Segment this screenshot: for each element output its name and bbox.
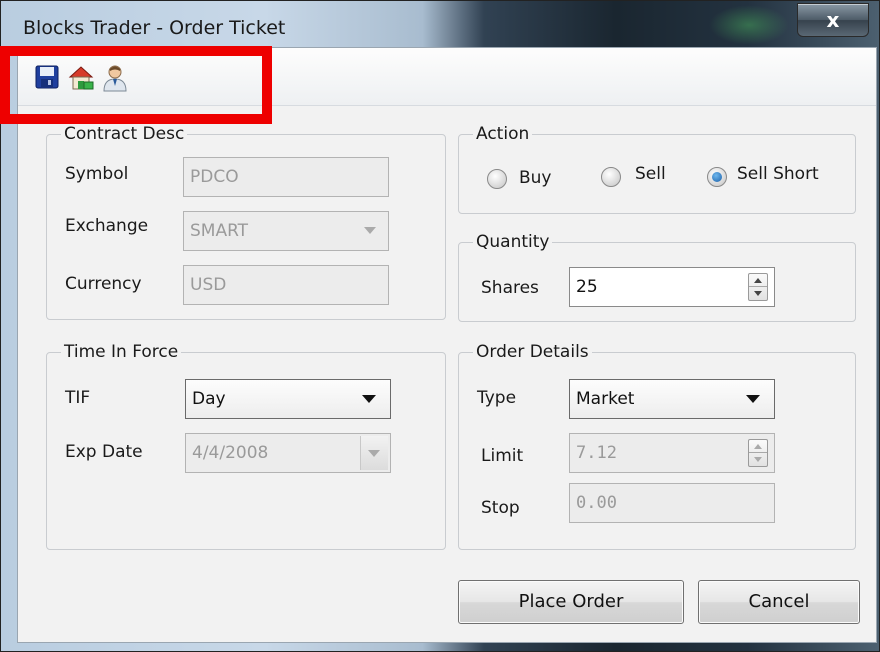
sell-label[interactable]: Sell [635, 163, 666, 185]
limit-value: 7.12 [576, 443, 617, 463]
currency-field[interactable]: USD [183, 265, 389, 305]
buy-radio[interactable] [487, 169, 507, 189]
currency-label: Currency [65, 274, 142, 294]
symbol-label: Symbol [65, 164, 129, 184]
time-in-force-title: Time In Force [61, 341, 182, 363]
tif-value: Day [192, 389, 226, 409]
chevron-down-icon [746, 395, 760, 403]
quantity-group: Quantity Shares 25 [458, 231, 856, 322]
decrement-icon[interactable] [749, 287, 767, 300]
close-button[interactable]: x [797, 3, 869, 37]
chevron-down-icon [364, 227, 376, 234]
limit-stepper[interactable]: 7.12 [569, 433, 775, 473]
type-dropdown[interactable]: Market [569, 379, 775, 419]
symbol-field[interactable]: PDCO [183, 157, 389, 197]
increment-icon[interactable] [749, 440, 767, 453]
cancel-button[interactable]: Cancel [698, 580, 860, 624]
exchange-combo[interactable]: SMART [183, 211, 389, 251]
sell-short-radio[interactable] [707, 167, 727, 187]
toolbar-highlight-box [0, 46, 272, 124]
calendar-button[interactable] [360, 436, 388, 470]
action-group: Action Buy Sell Sell Short [458, 123, 856, 214]
increment-icon[interactable] [749, 274, 767, 287]
window-client-area: Contract Desc Symbol PDCO Exchange SMART… [17, 47, 877, 643]
shares-value: 25 [576, 277, 598, 297]
exchange-value: SMART [190, 221, 249, 241]
tif-dropdown[interactable]: Day [185, 379, 391, 419]
shares-stepper[interactable]: 25 [569, 267, 775, 307]
exchange-label: Exchange [65, 216, 149, 236]
action-title: Action [473, 123, 533, 145]
time-in-force-group: Time In Force TIF Day Exp Date 4/4/2008 [46, 341, 446, 550]
exp-date-picker[interactable]: 4/4/2008 [185, 433, 391, 473]
chevron-down-icon [362, 395, 376, 403]
stop-field[interactable]: 0.00 [569, 483, 775, 523]
window-title: Blocks Trader - Order Ticket [23, 17, 286, 39]
sell-short-label[interactable]: Sell Short [737, 163, 819, 185]
stop-label: Stop [481, 498, 520, 518]
place-order-button[interactable]: Place Order [458, 580, 684, 624]
shares-spinner[interactable] [748, 273, 768, 301]
chevron-down-icon [368, 450, 380, 457]
contract-desc-group: Contract Desc Symbol PDCO Exchange SMART… [46, 123, 446, 320]
limit-spinner[interactable] [748, 439, 768, 467]
shares-label: Shares [481, 278, 539, 298]
sell-radio[interactable] [601, 167, 621, 187]
exp-date-value: 4/4/2008 [192, 443, 269, 463]
background-glow [709, 5, 789, 45]
order-details-group: Order Details Type Market Limit 7.12 Sto… [458, 341, 856, 550]
decrement-icon[interactable] [749, 453, 767, 466]
type-label: Type [477, 388, 517, 408]
order-details-title: Order Details [473, 341, 592, 363]
title-bar[interactable]: Blocks Trader - Order Ticket x [1, 1, 880, 47]
quantity-title: Quantity [473, 231, 553, 253]
buy-label[interactable]: Buy [519, 167, 552, 189]
contract-desc-title: Contract Desc [61, 123, 188, 145]
limit-label: Limit [481, 446, 524, 466]
type-value: Market [576, 389, 635, 409]
exp-date-label: Exp Date [65, 442, 143, 462]
tif-label: TIF [65, 388, 91, 408]
